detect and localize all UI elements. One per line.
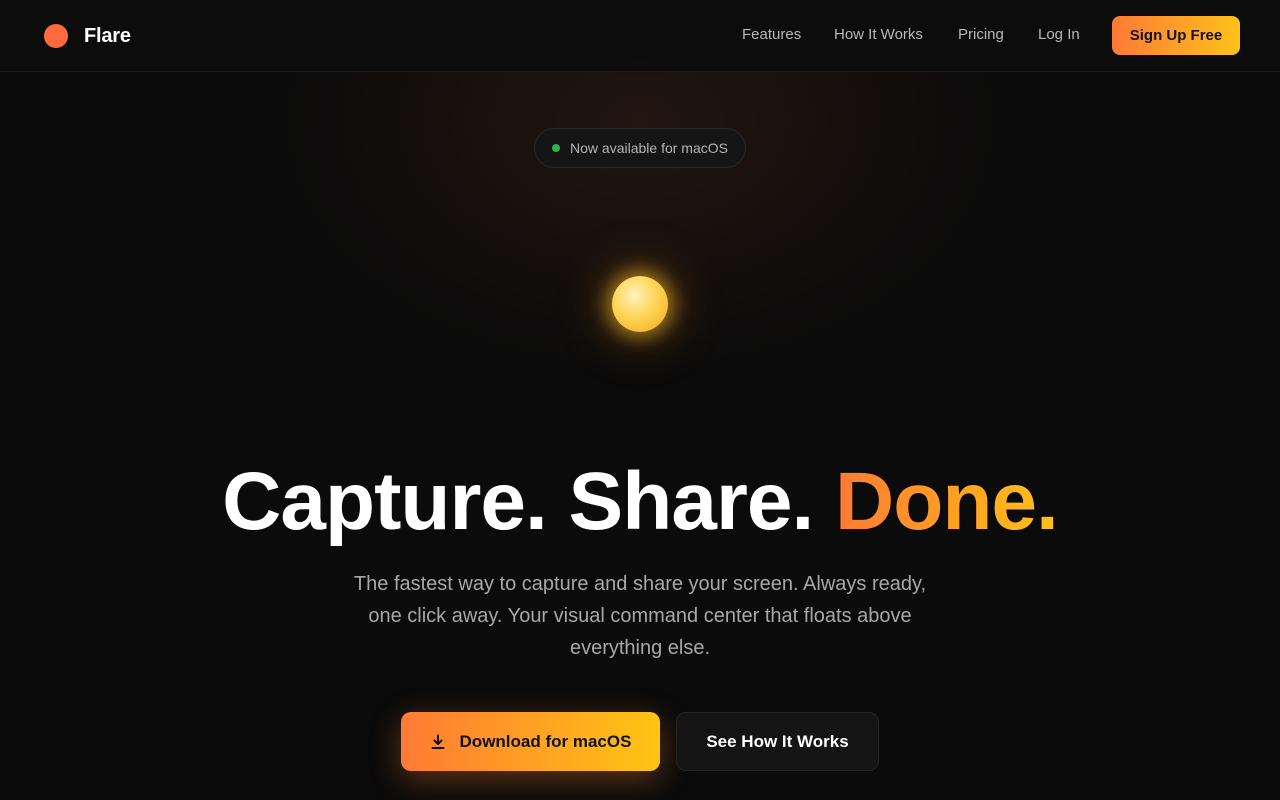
availability-badge: Now available for macOS <box>534 128 746 168</box>
nav-link-pricing[interactable]: Pricing <box>958 26 1004 43</box>
nav-link-features[interactable]: Features <box>742 26 801 43</box>
headline-accent: Done. <box>835 456 1059 547</box>
status-dot-icon <box>552 144 561 152</box>
hero-headline: Capture. Share. Done. <box>0 454 1280 550</box>
brand-circle-icon <box>44 24 68 48</box>
download-button[interactable]: Download for macOS <box>401 712 660 771</box>
download-icon <box>430 734 446 750</box>
brand-name: Flare <box>84 24 131 47</box>
sign-up-button[interactable]: Sign Up Free <box>1112 16 1240 55</box>
nav-link-how-it-works[interactable]: How It Works <box>834 26 923 43</box>
nav-link-log-in[interactable]: Log In <box>1038 26 1080 43</box>
brand-logo[interactable]: Flare <box>44 24 131 48</box>
top-navigation: Flare Features How It Works Pricing Log … <box>0 0 1280 72</box>
landing-page: Flare Features How It Works Pricing Log … <box>0 0 1280 800</box>
hero-subtitle: The fastest way to capture and share you… <box>353 573 927 659</box>
availability-badge-text: Now available for macOS <box>570 140 728 156</box>
glowing-orb-icon <box>612 276 668 332</box>
see-how-it-works-button[interactable]: See How It Works <box>676 712 879 771</box>
download-button-label: Download for macOS <box>459 731 632 751</box>
headline-main: Capture. Share. <box>222 456 836 547</box>
